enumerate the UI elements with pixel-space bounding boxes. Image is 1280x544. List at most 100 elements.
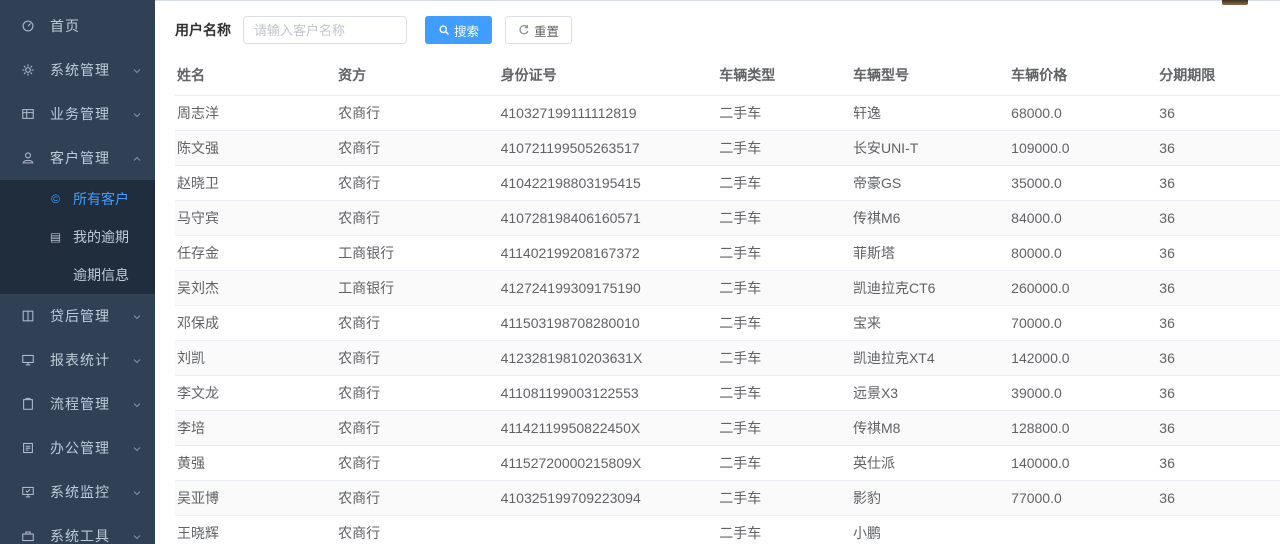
table-cell: 远景X3: [851, 376, 1009, 411]
sidebar-item-system-mgmt[interactable]: 系统管理: [0, 48, 155, 92]
table-cell: 农商行: [336, 131, 499, 166]
table-cell: 80000.0: [1009, 236, 1157, 271]
sidebar-item-report-stats[interactable]: 报表统计: [0, 338, 155, 382]
sidebar-item-business-mgmt[interactable]: 业务管理: [0, 92, 155, 136]
table-row: 刘凯农商行41232819810203631X二手车凯迪拉克XT4142000.…: [175, 341, 1280, 376]
sidebar-item-label: 办公管理: [50, 438, 131, 458]
table-cell: 工商银行: [336, 236, 499, 271]
book-icon: [20, 308, 36, 324]
search-button[interactable]: 搜索: [425, 16, 492, 44]
table-cell: 二手车: [717, 446, 851, 481]
sidebar-item-label: 贷后管理: [50, 306, 131, 326]
main-area: 首页所有客户×逾期信息×订单详情×贷后催收记录×催收处理方案×公司银行卡×客户银…: [155, 0, 1280, 544]
gear-icon: [20, 62, 36, 78]
table-cell: 36: [1157, 341, 1280, 376]
table-cell: 周志洋: [175, 96, 336, 131]
table-cell: 68000.0: [1009, 96, 1157, 131]
table-cell: 77000.0: [1009, 481, 1157, 516]
table-cell: 二手车: [717, 236, 851, 271]
table-cell: 农商行: [336, 201, 499, 236]
table-cell: 36: [1157, 481, 1280, 516]
table-cell: 陈文强: [175, 131, 336, 166]
app-root: 首页系统管理业务管理客户管理 © 所有客户 ▤我的逾期逾期信息贷后管理报表统计流程管理…: [0, 0, 1280, 544]
sidebar-item-home[interactable]: 首页: [0, 4, 155, 48]
table-cell: 农商行: [336, 306, 499, 341]
table-cell: 吴亚博: [175, 481, 336, 516]
sidebar-item-label: 系统工具: [50, 526, 131, 544]
table-cell: 128800.0: [1009, 411, 1157, 446]
table-row: 任存金工商银行411402199208167372二手车菲斯塔80000.036…: [175, 236, 1280, 271]
table-cell: 邓保成: [175, 306, 336, 341]
username-label: 用户名称: [175, 20, 231, 40]
table-cell: 轩逸: [851, 96, 1009, 131]
clipboard-icon: [20, 396, 36, 412]
customers-table: 姓名资方身份证号车辆类型车辆型号车辆价格分期期限贷款金额月还款操作 周志洋农商行…: [175, 59, 1280, 544]
table-cell: 411503198708280010: [499, 306, 718, 341]
table-row: 邓保成农商行411503198708280010二手车宝来70000.03645…: [175, 306, 1280, 341]
sidebar-item-my-overdue[interactable]: ▤我的逾期: [0, 218, 155, 256]
table-cell: 宝来: [851, 306, 1009, 341]
sidebar-item-label: 所有客户: [73, 189, 129, 209]
chevron-down-icon: [131, 530, 143, 542]
table-cell: 二手车: [717, 481, 851, 516]
table-cell: 二手车: [717, 201, 851, 236]
column-header: 车辆价格: [1009, 59, 1157, 96]
table-cell: 英仕派: [851, 446, 1009, 481]
table-cell: 36: [1157, 306, 1280, 341]
table-cell: 凯迪拉克CT6: [851, 271, 1009, 306]
copyright-icon: ©: [48, 192, 63, 206]
sidebar-item-process-mgmt[interactable]: 流程管理: [0, 382, 155, 426]
table-cell: 36: [1157, 131, 1280, 166]
sidebar-item-office-mgmt[interactable]: 办公管理: [0, 426, 155, 470]
table-cell: 36: [1157, 376, 1280, 411]
sidebar-item-customer-mgmt[interactable]: 客户管理: [0, 136, 155, 180]
table-cell: 马守宾: [175, 201, 336, 236]
sidebar-item-all-customers[interactable]: © 所有客户: [0, 180, 155, 218]
user-icon: [20, 150, 36, 166]
table-cell: 任存金: [175, 236, 336, 271]
customer-name-input[interactable]: [243, 16, 407, 44]
reset-button-label: 重置: [534, 21, 559, 40]
submenu-customer-mgmt: © 所有客户 ▤我的逾期逾期信息: [0, 180, 155, 294]
chevron-down-icon: [131, 354, 143, 366]
table-row: 王晓辉农商行二手车小鹏详情: [175, 516, 1280, 544]
table-cell: 王晓辉: [175, 516, 336, 544]
table-cell: 二手车: [717, 411, 851, 446]
table-cell: 传祺M8: [851, 411, 1009, 446]
table-cell: 41152720000215809X: [499, 446, 718, 481]
sidebar-item-postloan-mgmt[interactable]: 贷后管理: [0, 294, 155, 338]
table-cell: 二手车: [717, 96, 851, 131]
sidebar-item-label: 流程管理: [50, 394, 131, 414]
column-header: 车辆型号: [851, 59, 1009, 96]
sidebar-item-overdue-info[interactable]: 逾期信息: [0, 256, 155, 294]
chevron-down-icon: [131, 108, 143, 120]
column-header: 姓名: [175, 59, 336, 96]
column-header: 身份证号: [499, 59, 718, 96]
table-cell: 36: [1157, 201, 1280, 236]
table-cell: 吴刘杰: [175, 271, 336, 306]
column-header: 车辆类型: [717, 59, 851, 96]
column-header: 资方: [336, 59, 499, 96]
avatar-cropped-image: [1222, 0, 1248, 5]
content-area: 用户名称 搜索 重置 姓名资方身份证号车辆类型车辆型号车辆价格分期期限贷款金额月…: [155, 1, 1280, 544]
table-cell: 二手车: [717, 306, 851, 341]
reset-button[interactable]: 重置: [505, 16, 572, 44]
table-row: 赵晓卫农商行410422198803195415二手车帝豪GS35000.036…: [175, 166, 1280, 201]
table-cell: 410327199111112819: [499, 96, 718, 131]
doc-icon: [20, 440, 36, 456]
search-icon: [438, 24, 450, 36]
sidebar-item-system-monitor[interactable]: 系统监控: [0, 470, 155, 514]
toolbox-icon: [20, 528, 36, 544]
table-cell: 二手车: [717, 376, 851, 411]
refresh-icon: [518, 24, 530, 36]
table-cell: [1009, 516, 1157, 544]
table-cell: [499, 516, 718, 544]
card-icon: ▤: [48, 230, 63, 244]
table-cell: 410325199709223094: [499, 481, 718, 516]
table-cell: 二手车: [717, 516, 851, 544]
sidebar-item-system-tools[interactable]: 系统工具: [0, 514, 155, 544]
table-cell: 黄强: [175, 446, 336, 481]
table-cell: 36: [1157, 271, 1280, 306]
table-cell: 36: [1157, 446, 1280, 481]
table-cell: 农商行: [336, 446, 499, 481]
